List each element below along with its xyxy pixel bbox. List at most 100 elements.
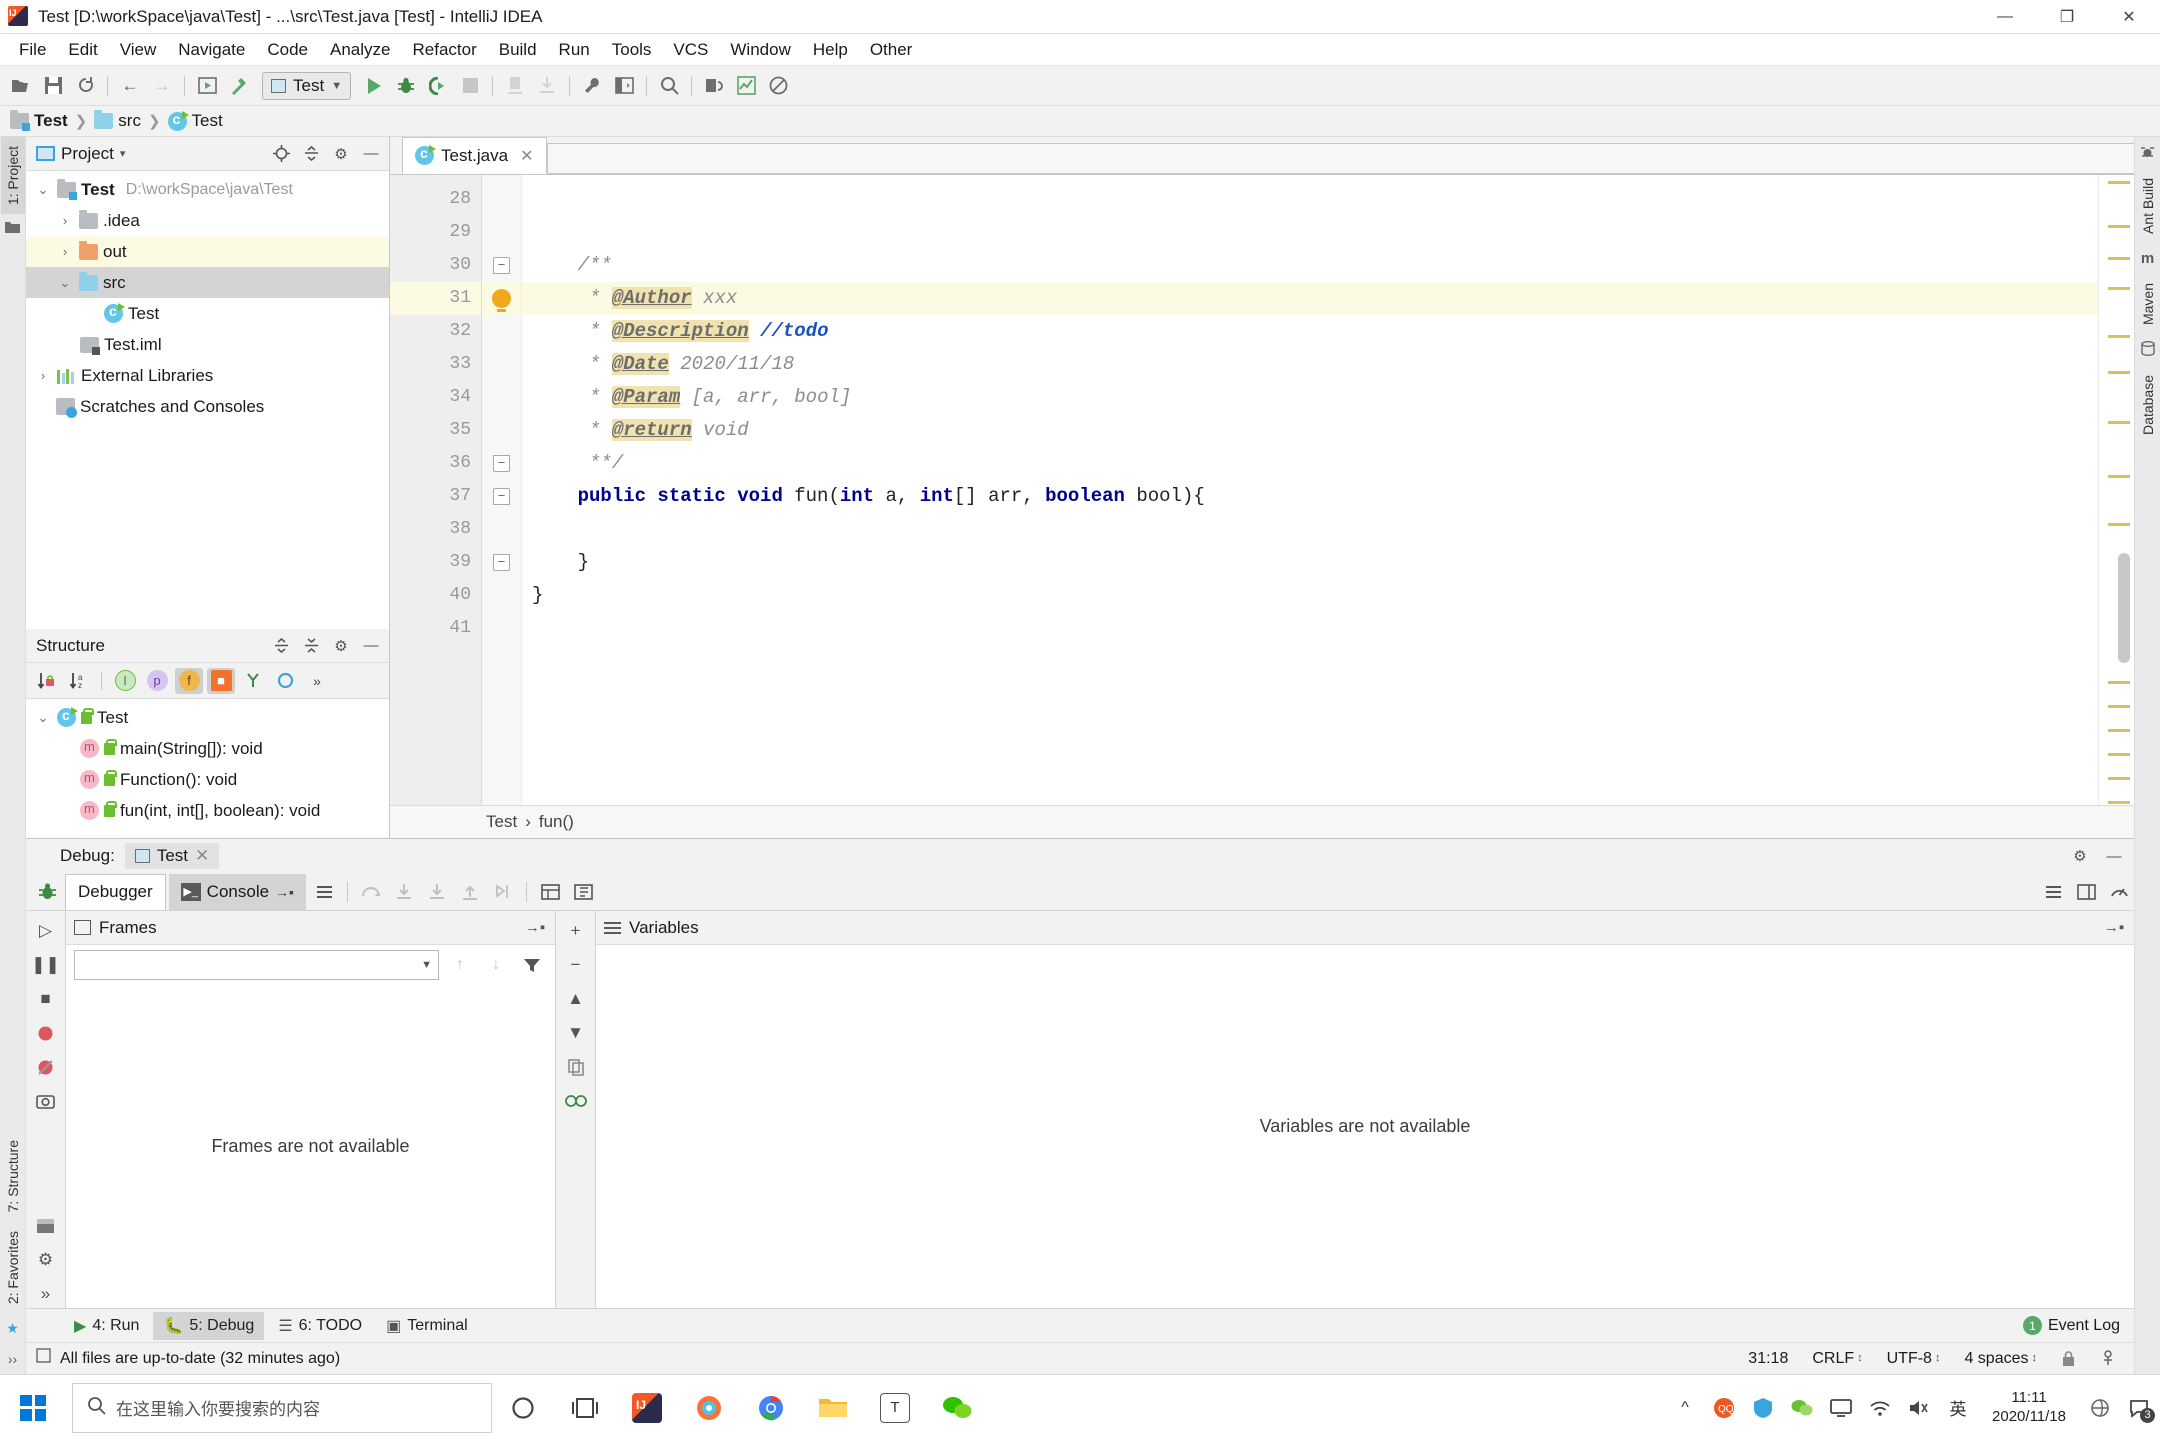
- task-view-icon[interactable]: [554, 1375, 616, 1440]
- chevron-up-icon[interactable]: ^: [1672, 1395, 1698, 1421]
- collapse-variables-icon[interactable]: →▪: [2102, 916, 2126, 940]
- collapse-frames-icon[interactable]: →▪: [523, 916, 547, 940]
- run-to-cursor-icon[interactable]: [488, 878, 518, 906]
- code-line[interactable]: /**: [522, 249, 2098, 282]
- settings-list-icon[interactable]: [2038, 878, 2068, 906]
- collapse-all-icon[interactable]: [299, 634, 323, 658]
- mute-breakpoints-icon[interactable]: [31, 1053, 61, 1081]
- indent-setting[interactable]: 4 spaces ↕: [1956, 1350, 2045, 1368]
- show-fields-icon[interactable]: f: [175, 667, 203, 694]
- monitor-icon[interactable]: [1828, 1395, 1854, 1421]
- save-all-icon[interactable]: [38, 71, 68, 101]
- attach-profiler-icon[interactable]: [500, 71, 530, 101]
- event-log-button[interactable]: 1 Event Log: [2022, 1316, 2134, 1335]
- code-line[interactable]: * @return void: [522, 414, 2098, 447]
- settings-wrench-icon[interactable]: [577, 71, 607, 101]
- minimize-button[interactable]: —: [1974, 0, 2036, 34]
- stop-icon[interactable]: [455, 71, 485, 101]
- force-step-into-icon[interactable]: [422, 878, 452, 906]
- tool-window-debug[interactable]: 🐛 5: Debug: [153, 1311, 265, 1340]
- find-replace-icon[interactable]: [699, 71, 729, 101]
- open-folder-icon[interactable]: [6, 71, 36, 101]
- code-line[interactable]: * @Date 2020/11/18: [522, 348, 2098, 381]
- ime-extra-icon[interactable]: [2087, 1395, 2113, 1421]
- menu-file[interactable]: File: [8, 37, 57, 63]
- show-execution-point-icon[interactable]: [309, 878, 339, 906]
- code-line[interactable]: }: [522, 579, 2098, 612]
- menu-run[interactable]: Run: [548, 37, 601, 63]
- menu-view[interactable]: View: [109, 37, 168, 63]
- code-line[interactable]: * @Author xxx: [522, 282, 2098, 315]
- chart-icon[interactable]: [731, 71, 761, 101]
- debug-settings-icon[interactable]: ⚙: [2068, 844, 2092, 868]
- filter-icon[interactable]: [517, 951, 547, 979]
- layout-settings-icon[interactable]: [2071, 878, 2101, 906]
- tab-debugger[interactable]: Debugger: [65, 873, 166, 910]
- chevron-right-icon[interactable]: ›: [34, 368, 52, 383]
- structure-row-fun[interactable]: fun(int, int[], boolean): void: [26, 795, 389, 826]
- fold-toggle-icon[interactable]: −: [493, 455, 510, 472]
- copy-icon[interactable]: [561, 1053, 591, 1081]
- sidebar-item-database[interactable]: Database: [2136, 366, 2160, 444]
- menu-edit[interactable]: Edit: [57, 37, 108, 63]
- run-icon[interactable]: [359, 71, 389, 101]
- menu-refactor[interactable]: Refactor: [401, 37, 487, 63]
- structure-row-main[interactable]: main(String[]): void: [26, 733, 389, 764]
- tree-row-project-root[interactable]: ⌄ Test D:\workSpace\java\Test: [26, 174, 389, 205]
- menu-code[interactable]: Code: [256, 37, 319, 63]
- up-stack-icon[interactable]: ↑: [445, 951, 475, 979]
- maximize-button[interactable]: ❐: [2036, 0, 2098, 34]
- thread-selector[interactable]: ▼: [74, 950, 439, 980]
- panel-settings-icon[interactable]: ⚙: [329, 634, 353, 658]
- sort-by-visibility-icon[interactable]: [32, 668, 60, 694]
- wechat-small-icon[interactable]: [1789, 1395, 1815, 1421]
- tool-window-terminal[interactable]: ▣ Terminal: [376, 1312, 478, 1340]
- step-into-icon[interactable]: [389, 878, 419, 906]
- tool-window-todo[interactable]: ☰ 6: TODO: [268, 1312, 372, 1340]
- tree-row-external-libraries[interactable]: › External Libraries: [26, 360, 389, 391]
- explorer-icon[interactable]: [802, 1375, 864, 1440]
- qq-icon[interactable]: QQ: [1711, 1395, 1737, 1421]
- hide-panel-icon[interactable]: —: [2102, 844, 2126, 868]
- favorites-star-icon[interactable]: ★: [6, 1320, 19, 1337]
- show-inherited-icon[interactable]: I: [111, 668, 139, 694]
- close-icon[interactable]: ✕: [520, 146, 533, 166]
- menu-window[interactable]: Window: [719, 37, 801, 63]
- project-folder-icon[interactable]: [5, 221, 20, 237]
- settings-icon[interactable]: ⚙: [31, 1246, 61, 1274]
- locate-target-icon[interactable]: [269, 142, 293, 166]
- lock-icon[interactable]: [2053, 1350, 2084, 1367]
- wechat-icon[interactable]: [926, 1375, 988, 1440]
- caret-position[interactable]: 31:18: [1740, 1350, 1796, 1368]
- fold-marker[interactable]: −: [482, 447, 521, 480]
- pause-icon[interactable]: ❚❚: [31, 951, 61, 979]
- close-icon[interactable]: ✕: [195, 846, 209, 866]
- run-config-icon[interactable]: [192, 71, 222, 101]
- tree-row-idea[interactable]: › .idea: [26, 205, 389, 236]
- mute-breakpoints-icon[interactable]: [568, 878, 598, 906]
- ime-indicator[interactable]: 英: [1945, 1395, 1971, 1421]
- debug-session-tab[interactable]: Test ✕: [124, 843, 220, 869]
- sidebar-item-maven[interactable]: Maven: [2136, 274, 2160, 334]
- tree-row-test-class[interactable]: Test: [26, 298, 389, 329]
- chevron-down-icon[interactable]: ▾: [120, 147, 126, 160]
- evaluate-expression-icon[interactable]: [535, 878, 565, 906]
- stop-icon[interactable]: ■: [31, 985, 61, 1013]
- tree-row-out[interactable]: › out: [26, 236, 389, 267]
- code-editor[interactable]: 28 29 30 31 32 33 34 35 36 37 38 39 40 41 − − − − /** * …: [390, 175, 2134, 805]
- search-icon[interactable]: [654, 71, 684, 101]
- sidebar-item-structure[interactable]: 7: Structure: [1, 1131, 25, 1221]
- panel-settings-icon[interactable]: ⚙: [329, 142, 353, 166]
- chevron-down-icon[interactable]: ⌄: [34, 182, 52, 198]
- fold-marker[interactable]: −: [482, 546, 521, 579]
- sort-alphabetically-icon[interactable]: az: [64, 668, 92, 694]
- hide-panel-icon[interactable]: —: [359, 634, 383, 658]
- chevron-right-icon[interactable]: ›: [56, 244, 74, 259]
- menu-other[interactable]: Other: [859, 37, 924, 63]
- menu-vcs[interactable]: VCS: [662, 37, 719, 63]
- firefox-icon[interactable]: [678, 1375, 740, 1440]
- run-coverage-icon[interactable]: [423, 71, 453, 101]
- step-over-icon[interactable]: [356, 878, 386, 906]
- taskbar-search-input[interactable]: 在这里输入你要搜索的内容: [72, 1382, 492, 1433]
- start-button[interactable]: [0, 1375, 66, 1440]
